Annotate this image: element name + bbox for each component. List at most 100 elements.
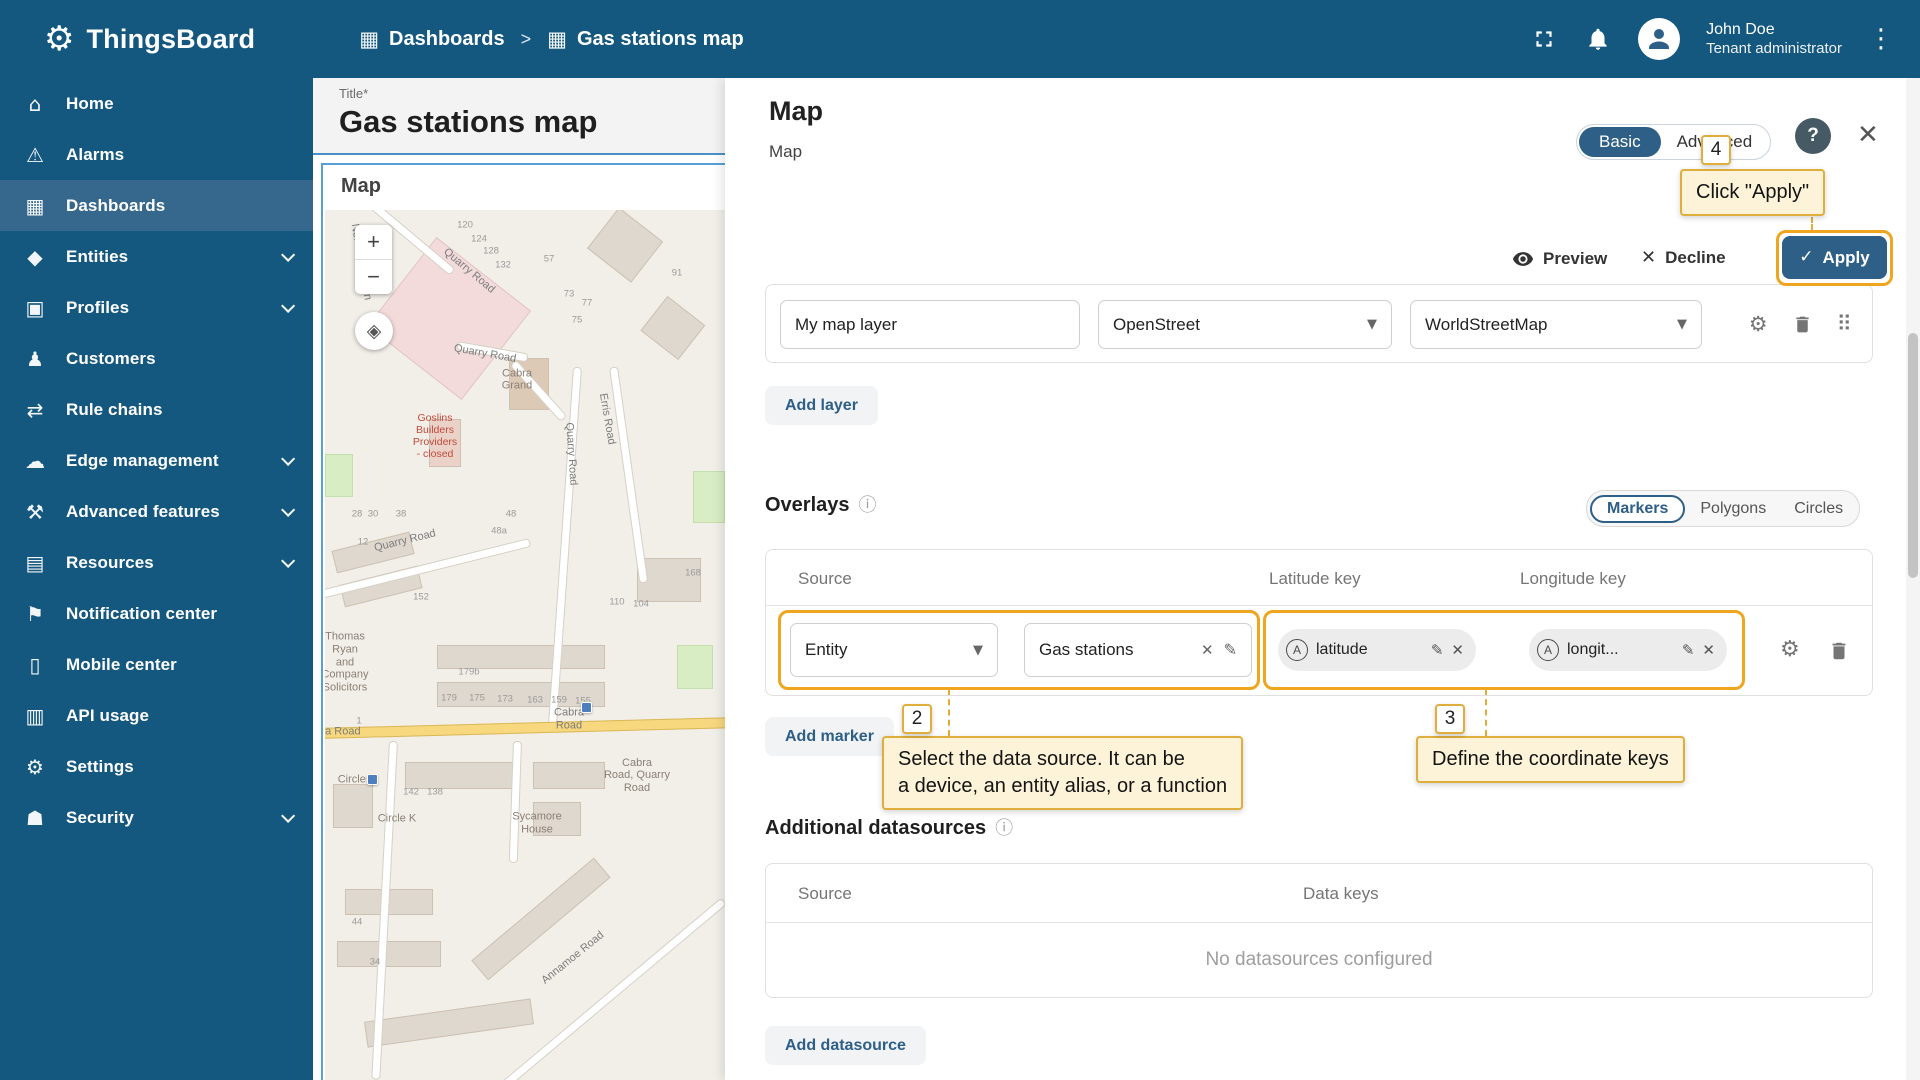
map-widget-card: Map + − ◈ North Wall BranQuarry RoadQuar… <box>321 163 725 1080</box>
check-icon: ✓ <box>1799 247 1814 267</box>
help-button[interactable]: ? <box>1795 118 1831 154</box>
zoom-in-button[interactable]: + <box>355 225 392 259</box>
delete-layer-trash-icon[interactable] <box>1792 314 1813 335</box>
marker-settings-gear-icon[interactable]: ⚙ <box>1780 639 1800 661</box>
layer-name-input[interactable]: My map layer <box>780 300 1080 349</box>
map-building <box>586 210 664 283</box>
key-type-icon: A <box>1286 639 1308 661</box>
sidebar-item-security[interactable]: ☗ Security <box>0 792 313 843</box>
title-field-value: Gas stations map <box>339 104 598 139</box>
sidebar-item-entities[interactable]: ◆ Entities <box>0 231 313 282</box>
info-icon[interactable]: ⓘ <box>859 496 877 515</box>
datasource-type-select[interactable]: Entity ▼ <box>790 623 998 677</box>
header-actions: John Doe Tenant administrator ⋮ <box>1530 18 1920 60</box>
app-logo[interactable]: ⚙ ThingsBoard <box>0 22 255 56</box>
sidebar-item-profiles[interactable]: ▣ Profiles <box>0 282 313 333</box>
map-building <box>677 645 713 689</box>
sidebar-item-edge-management[interactable]: ☁ Edge management <box>0 435 313 486</box>
notifications-bell-icon[interactable] <box>1584 25 1612 53</box>
map-label: 44 <box>351 916 363 928</box>
fullscreen-icon[interactable] <box>1530 25 1558 53</box>
advanced-features-icon: ⚒ <box>26 499 44 524</box>
gas-station-marker-icon[interactable] <box>581 701 592 713</box>
map-layers-button[interactable]: ◈ <box>355 312 393 350</box>
map-building <box>337 940 441 967</box>
gas-station-marker-icon[interactable] <box>367 773 378 785</box>
map-layers-card: My map layer OpenStreet ▼ WorldStreetMap… <box>765 284 1873 363</box>
sidebar-item-dashboards[interactable]: ▦ Dashboards <box>0 180 313 231</box>
widget-title-field[interactable]: Title* Gas stations map <box>313 78 725 155</box>
tab-basic[interactable]: Basic <box>1579 127 1661 157</box>
edit-key-pencil-icon[interactable]: ✎ <box>1431 642 1444 658</box>
map-label: Goslins Builders Providers - closed <box>412 412 458 461</box>
add-marker-button[interactable]: Add marker <box>765 717 894 756</box>
edit-key-pencil-icon[interactable]: ✎ <box>1682 642 1695 658</box>
eye-icon <box>1512 252 1534 266</box>
zoom-out-button[interactable]: − <box>355 260 392 294</box>
sidebar-item-api-usage[interactable]: ▥ API usage <box>0 690 313 741</box>
add-datasource-button[interactable]: Add datasource <box>765 1026 926 1065</box>
map-canvas[interactable]: + − ◈ North Wall BranQuarry RoadQuarry R… <box>325 210 725 1080</box>
map-label: 1 <box>356 715 362 727</box>
close-icon[interactable]: ✕ <box>1857 122 1879 148</box>
rule-chains-icon: ⇄ <box>26 397 44 422</box>
sidebar-item-settings[interactable]: ⚙ Settings <box>0 741 313 792</box>
mobile-center-icon: ▯ <box>29 652 41 677</box>
map-label: 142 <box>403 786 419 798</box>
more-menu-icon[interactable]: ⋮ <box>1868 26 1894 52</box>
info-icon[interactable]: ⓘ <box>995 819 1013 838</box>
map-label: 28 <box>351 508 363 520</box>
tutorial-step-3-callout: Define the coordinate keys <box>1416 736 1685 783</box>
title-field-label: Title* <box>339 86 369 101</box>
remove-key-icon[interactable]: ✕ <box>1702 642 1715 658</box>
sidebar-item-resources[interactable]: ▤ Resources <box>0 537 313 588</box>
delete-marker-trash-icon[interactable] <box>1828 640 1850 662</box>
datasource-entity-input[interactable]: Gas stations ✕ ✎ <box>1024 623 1252 677</box>
apply-button[interactable]: ✓ Apply <box>1782 236 1887 279</box>
sidebar-item-home[interactable]: ⌂ Home <box>0 78 313 129</box>
sidebar-item-mobile-center[interactable]: ▯ Mobile center <box>0 639 313 690</box>
clear-entity-icon[interactable]: ✕ <box>1201 642 1214 658</box>
security-icon: ☗ <box>26 805 44 830</box>
toggle-circles[interactable]: Circles <box>1781 497 1856 521</box>
avatar[interactable] <box>1638 18 1681 60</box>
breadcrumb-current[interactable]: ▦ Gas stations map <box>547 28 744 51</box>
map-road-cabra <box>325 716 725 739</box>
map-label: 159 <box>551 694 567 706</box>
sidebar-item-notification-center[interactable]: ⚑ Notification center <box>0 588 313 639</box>
map-building <box>325 453 353 498</box>
sidebar-item-customers[interactable]: ♟ Customers <box>0 333 313 384</box>
edit-entity-pencil-icon[interactable]: ✎ <box>1224 642 1237 658</box>
preview-button[interactable]: Preview <box>1512 248 1607 270</box>
map-label: 128 <box>483 245 499 257</box>
longitude-key-chip[interactable]: A longit... ✎ ✕ <box>1529 629 1727 671</box>
layer-type-select[interactable]: WorldStreetMap ▼ <box>1410 300 1702 349</box>
sidebar-item-rule-chains[interactable]: ⇄ Rule chains <box>0 384 313 435</box>
layer-settings-gear-icon[interactable]: ⚙ <box>1749 314 1768 335</box>
map-label: 12 <box>357 536 369 548</box>
map-label: Thomas Ryan and Company Solicitors <box>325 630 369 694</box>
profiles-icon: ▣ <box>25 295 45 320</box>
map-zoom-control: + − <box>355 225 392 294</box>
home-icon: ⌂ <box>28 91 42 116</box>
sidebar-item-advanced-features[interactable]: ⚒ Advanced features <box>0 486 313 537</box>
sidebar-item-alarms[interactable]: ⚠ Alarms <box>0 129 313 180</box>
layer-provider-select[interactable]: OpenStreet ▼ <box>1098 300 1392 349</box>
map-label: 163 <box>527 694 543 706</box>
decline-button[interactable]: ✕ Decline <box>1641 248 1726 268</box>
map-label: 173 <box>497 693 513 705</box>
drag-handle-icon[interactable]: ⠿ <box>1837 314 1852 335</box>
toggle-markers[interactable]: Markers <box>1590 494 1686 523</box>
breadcrumb-dashboards[interactable]: ▦ Dashboards <box>359 28 504 51</box>
column-latitude-key: Latitude key <box>1269 569 1361 588</box>
scrollbar-thumb[interactable] <box>1908 333 1918 578</box>
page-scrollbar[interactable] <box>1906 78 1920 1080</box>
toggle-polygons[interactable]: Polygons <box>1687 497 1779 521</box>
latitude-key-chip[interactable]: A latitude ✎ ✕ <box>1278 629 1476 671</box>
add-layer-button[interactable]: Add layer <box>765 386 878 425</box>
map-label: 175 <box>469 692 485 704</box>
map-label: 77 <box>581 297 593 309</box>
map-building <box>693 471 725 524</box>
additional-datasources-card: Source Data keys No datasources configur… <box>765 863 1873 998</box>
remove-key-icon[interactable]: ✕ <box>1451 642 1464 658</box>
